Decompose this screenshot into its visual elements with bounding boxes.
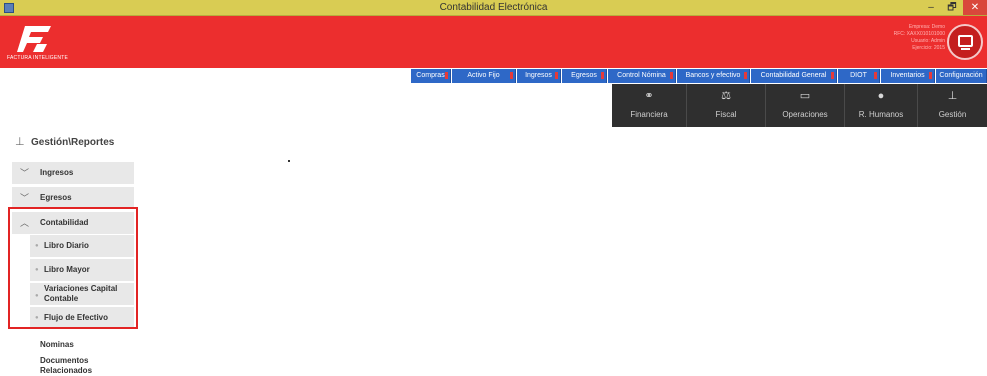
- minimize-button[interactable]: –: [922, 0, 940, 15]
- tile-fiscal[interactable]: ⚖ Fiscal: [687, 84, 766, 127]
- menu-item-egresos[interactable]: Egresos: [562, 69, 607, 83]
- pin-icon: [831, 72, 834, 79]
- menu-item-inventarios[interactable]: Inventarios: [881, 69, 935, 83]
- breadcrumb: ⊥ Gestión\Reportes: [15, 135, 114, 149]
- org-chart-icon: ⊥: [947, 90, 958, 102]
- chevron-down-icon: ﹀: [20, 168, 30, 178]
- pin-icon: [510, 72, 513, 79]
- menu-item-configuracion[interactable]: Configuración: [936, 69, 987, 83]
- pin-icon: [670, 72, 673, 79]
- menu-item-activo-fijo[interactable]: Activo Fijo: [452, 69, 516, 83]
- pin-icon: [744, 72, 747, 79]
- stray-dot: [288, 160, 290, 162]
- sidebar-item-nominas[interactable]: Nominas: [40, 339, 135, 351]
- monitor-icon: ▭: [799, 90, 811, 102]
- user-avatar-button[interactable]: [947, 24, 983, 60]
- sidebar-group-ingresos[interactable]: ﹀ Ingresos: [12, 162, 134, 184]
- org-chart-icon: ⊥: [15, 136, 25, 148]
- sidebar-item-documentos-relacionados[interactable]: Documentos Relacionados: [40, 356, 135, 376]
- monitor-icon: [958, 35, 973, 47]
- tile-gestion[interactable]: ⊥ Gestión: [918, 84, 987, 127]
- pin-icon: [929, 72, 932, 79]
- logo-icon: [17, 26, 51, 52]
- menu-item-diot[interactable]: DIOT: [838, 69, 880, 83]
- chevron-down-icon: ﹀: [20, 193, 30, 203]
- pin-icon: [874, 72, 877, 79]
- coins-icon: ⚭: [644, 90, 654, 102]
- menu-item-control-nomina[interactable]: Control Nómina: [608, 69, 676, 83]
- sidebar-group-egresos[interactable]: ﹀ Egresos: [12, 187, 134, 209]
- pin-icon: [601, 72, 604, 79]
- tile-financiera[interactable]: ⚭ Financiera: [612, 84, 687, 127]
- tile-r-humanos[interactable]: ● R. Humanos: [845, 84, 918, 127]
- restore-button[interactable]: 🗗: [943, 0, 961, 15]
- app-header: FACTURA INTELIGENTE Empresa: Demo RFC: X…: [0, 16, 987, 68]
- highlight-box: [8, 207, 138, 329]
- main-menu-bar: Compras Activo Fijo Ingresos Egresos Con…: [411, 69, 987, 83]
- window-titlebar: Contabilidad Electrónica – 🗗 ✕: [0, 0, 987, 16]
- user-info: Empresa: Demo RFC: XAXX010101000 Usuario…: [893, 24, 945, 51]
- page-title: Gestión\Reportes: [31, 137, 115, 148]
- app-logo: FACTURA INTELIGENTE: [7, 22, 69, 64]
- scale-icon: ⚖: [721, 90, 731, 102]
- person-icon: ●: [877, 90, 885, 102]
- window-title: Contabilidad Electrónica: [439, 2, 548, 13]
- menu-item-contabilidad-general[interactable]: Contabilidad General: [751, 69, 837, 83]
- logo-brand-text: FACTURA INTELIGENTE: [7, 55, 69, 61]
- menu-item-compras[interactable]: Compras: [411, 69, 451, 83]
- tile-operaciones[interactable]: ▭ Operaciones: [766, 84, 845, 127]
- close-button[interactable]: ✕: [963, 0, 987, 15]
- menu-item-bancos-efectivo[interactable]: Bancos y efectivo: [677, 69, 750, 83]
- pin-icon: [555, 72, 558, 79]
- module-tiles: ⚭ Financiera ⚖ Fiscal ▭ Operaciones ● R.…: [612, 84, 987, 127]
- pin-icon: [445, 72, 448, 79]
- menu-item-ingresos[interactable]: Ingresos: [517, 69, 561, 83]
